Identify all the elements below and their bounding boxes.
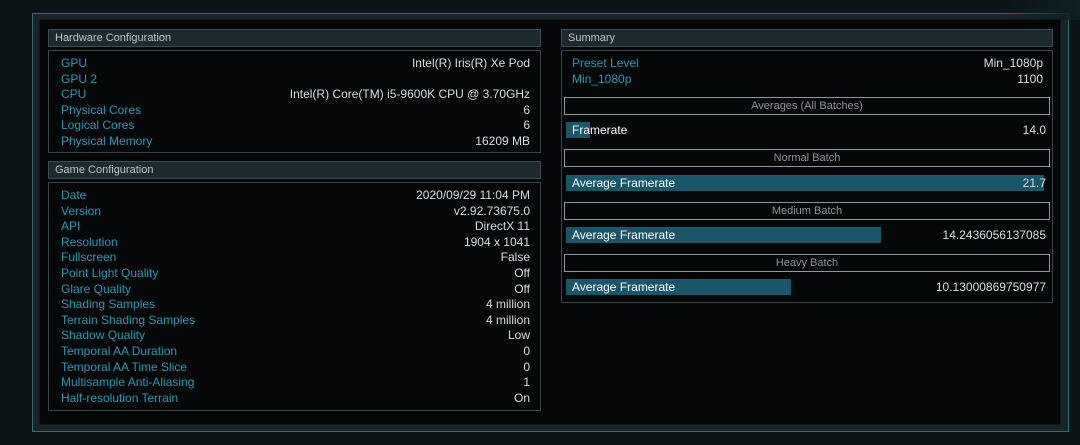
hardware-config-value: Intel(R) Iris(R) Xe Pod [411,56,530,70]
game-config-row: Glare Quality Off [49,281,540,297]
heavy-framerate-row: Average Framerate 10.13000869750977 [566,279,1046,295]
game-config-value: Off [514,266,530,280]
medium-batch-header: Medium Batch [564,202,1050,220]
averages-framerate-label: Framerate [572,123,628,137]
game-config-value: 4 million [485,312,530,327]
game-config-value: DirectX 11 [474,219,530,234]
game-config-label: Shading Samples [61,297,156,312]
game-config-value: 2020/09/29 11:04 PM [416,188,530,202]
heavy-framerate-value: 10.13000869750977 [935,280,1046,294]
hardware-config-header: Hardware Configuration [48,29,541,47]
game-config-label: Resolution [61,234,118,249]
game-config-row: Date 2020/09/29 11:04 PM [49,187,540,203]
normal-framerate-row: Average Framerate 21.7 [566,175,1046,191]
game-config-value: 1 [523,375,530,390]
hardware-config-row: Logical Cores 6 [49,117,540,133]
hardware-config-value: 6 [523,118,530,133]
game-config-label: Half-resolution Terrain [61,390,179,405]
summary-header: Summary [561,29,1053,47]
game-config-row: Multisample Anti-Aliasing 1 [49,374,540,390]
averages-framerate-row: Framerate 14.0 [566,122,1046,138]
hardware-config-label: Logical Cores [61,118,135,133]
preset-level-value: Min_1080p [983,56,1043,70]
game-config-row: API DirectX 11 [49,218,540,234]
hardware-config-row: GPU 2 [49,71,540,87]
game-config-label: Temporal AA Duration [61,344,178,358]
game-config-row: Fullscreen False [49,249,540,265]
game-config-header: Game Configuration [48,161,541,179]
normal-framerate-label: Average Framerate [572,176,676,190]
hardware-config-row: Physical Memory 16209 MB [49,133,540,149]
game-config-value: Off [514,281,530,296]
game-config-label: API [61,219,81,234]
averages-framerate-value: 14.0 [1022,123,1046,137]
game-config-label: Terrain Shading Samples [61,312,196,327]
game-config-row: Resolution 1904 x 1041 [49,234,540,250]
game-config-label: Shadow Quality [61,328,146,343]
hardware-config-label: Physical Memory [61,134,153,148]
medium-framerate-row: Average Framerate 14.2436056137085 [566,227,1046,243]
game-config-row: Version v2.92.73675.0 [49,203,540,219]
score-value: 1100 [1017,72,1043,86]
game-config-row: Half-resolution Terrain On [49,390,540,406]
game-config-value: 1904 x 1041 [463,234,530,249]
heavy-batch-header: Heavy Batch [564,254,1050,272]
preset-level-label: Preset Level [572,56,639,70]
medium-framerate-value: 14.2436056137085 [942,228,1046,242]
hardware-config-row: Physical Cores 6 [49,102,540,118]
hardware-config-value: 16209 MB [475,134,530,148]
game-config-row: Temporal AA Time Slice 0 [49,359,540,375]
normal-framerate-value: 21.7 [1022,176,1046,190]
score-label: Min_1080p [572,72,632,86]
game-config-label: Date [61,188,87,202]
game-config-value: 0 [523,344,530,358]
game-config-value: Low [507,328,530,343]
hardware-config-row: GPU Intel(R) Iris(R) Xe Pod [49,55,540,71]
game-config-label: Temporal AA Time Slice [61,359,188,374]
game-config-box: Date 2020/09/29 11:04 PM Version v2.92.7367… [48,182,541,411]
hardware-config-label: CPU [61,87,87,102]
hardware-config-value: 6 [523,102,530,117]
game-config-label: Glare Quality [61,281,132,296]
hardware-config-row: CPU Intel(R) Core(TM) i5-9600K CPU @ 3.70… [49,86,540,102]
game-config-row: Temporal AA Duration 0 [49,343,540,359]
game-config-value: 4 million [485,297,530,312]
medium-framerate-label: Average Framerate [572,228,676,242]
frame-corner-accent [1000,0,1080,20]
game-config-value: 0 [523,359,530,374]
game-config-label: Fullscreen [61,250,117,265]
normal-batch-header: Normal Batch [564,149,1050,167]
hardware-config-label: GPU 2 [61,71,98,86]
hardware-config-box: GPU Intel(R) Iris(R) Xe Pod GPU 2 CPU Intel(… [48,50,541,153]
game-config-value: On [513,390,530,405]
game-config-label: Point Light Quality [61,266,159,280]
game-config-label: Multisample Anti-Aliasing [61,375,195,390]
hardware-config-label: GPU [61,56,88,70]
game-config-label: Version [61,203,102,218]
game-config-row: Shading Samples 4 million [49,296,540,312]
averages-batch-header: Averages (All Batches) [564,97,1050,115]
game-config-row: Point Light Quality Off [49,265,540,281]
game-config-value: False [500,250,530,265]
hardware-config-value: Intel(R) Core(TM) i5-9600K CPU @ 3.70GHz [289,87,530,102]
heavy-framerate-label: Average Framerate [572,280,676,294]
game-config-row: Terrain Shading Samples 4 million [49,312,540,328]
game-config-row: Shadow Quality Low [49,327,540,343]
game-config-value: v2.92.73675.0 [453,203,530,218]
hardware-config-label: Physical Cores [61,102,142,117]
